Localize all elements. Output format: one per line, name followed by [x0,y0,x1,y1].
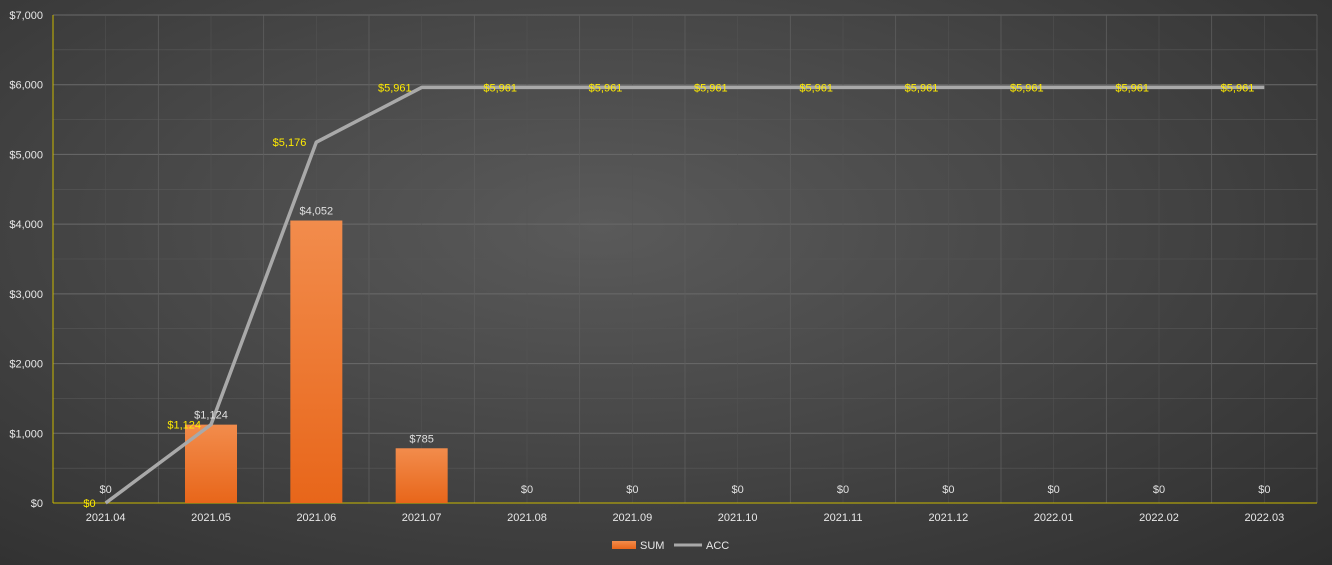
x-tick-label: 2022.03 [1244,512,1284,524]
bar-value-label: $4,052 [300,206,334,218]
bar-value-label: $0 [521,484,533,496]
bar [290,220,343,504]
x-tick-label: 2021.11 [824,512,863,524]
x-tick-label: 2021.05 [191,512,231,524]
bar-series-sum [185,220,448,504]
x-tick-label: 2021.04 [86,512,126,524]
data-labels: $0$1,124$4,052$785$0 $0 $0 $0 $0 $0 $0 $0$0$1,1… [83,82,1270,510]
x-tick-label: 2021.12 [928,512,968,524]
line-value-label: $5,961 [378,82,412,94]
x-tick-label: 2021.08 [507,512,547,524]
line-value-label: $5,961 [905,82,939,94]
line-value-label: $5,961 [1115,82,1149,94]
line-value-label: $5,961 [1010,82,1044,94]
line-value-label: $5,961 [483,82,517,94]
y-tick-label: $5,000 [9,149,43,161]
line-value-label: $1,124 [167,420,201,432]
bar-value-label: $0 [626,484,638,496]
y-tick-label: $0 [31,498,43,510]
chart-svg: $0 $1,000 $2,000 $3,000 $4,000 $5,000 $6,000 $7… [9,10,1318,552]
line-value-label: $5,176 [273,137,307,149]
bar [395,448,448,503]
x-tick-label: 2022.01 [1034,512,1074,524]
bar-value-label: $0 [837,484,849,496]
y-tick-label: $7,000 [9,10,43,22]
x-tick-label: 2021.09 [612,512,652,524]
bar-value-label: $0 [1258,484,1270,496]
y-tick-label: $2,000 [9,359,43,371]
x-tick-label: 2022.02 [1139,512,1179,524]
line-value-label: $0 [83,498,95,510]
y-tick-label: $6,000 [9,80,43,92]
y-tick-label: $3,000 [9,289,43,301]
line-value-label: $5,961 [589,82,623,94]
x-tick-label: 2021.06 [296,512,336,524]
bar-value-label: $0 [942,484,954,496]
legend: SUM ACC [612,540,729,552]
bar-value-label: $0 [1153,484,1165,496]
y-tick-label: $1,000 [9,428,43,440]
legend-swatch-sum [612,541,636,549]
bar-value-label: $0 [732,484,744,496]
legend-label-acc: ACC [706,540,729,552]
legend-label-sum: SUM [640,540,664,552]
bar-value-label: $785 [409,433,433,445]
x-tick-label: 2021.07 [402,512,442,524]
bar-value-label: $0 [100,484,112,496]
x-tick-label: 2021.10 [718,512,758,524]
line-value-label: $5,961 [1221,82,1255,94]
line-value-label: $5,961 [799,82,833,94]
line-value-label: $5,961 [694,82,728,94]
y-tick-label: $4,000 [9,219,43,231]
chart: $0 $1,000 $2,000 $3,000 $4,000 $5,000 $6,000 $7… [0,0,1332,565]
bar-value-label: $0 [1048,484,1060,496]
